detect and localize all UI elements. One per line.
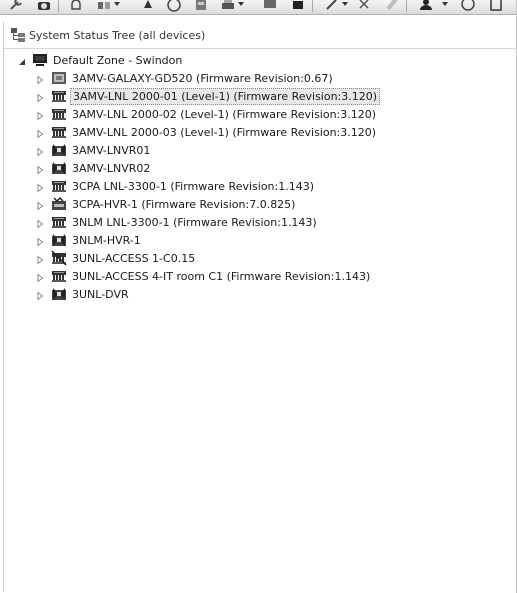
badge-icon[interactable]: [166, 0, 182, 12]
access-controller-icon: [51, 106, 67, 122]
tree-node[interactable]: 3AMV-LNVR02: [34, 160, 504, 177]
user-icon[interactable]: [418, 0, 434, 12]
expand-arrow-icon[interactable]: [37, 290, 44, 301]
tree-node[interactable]: 3AMV-GALAXY-GD520 (Firmware Revision:0.6…: [34, 70, 504, 87]
tree-node[interactable]: 3CPA-HVR-1 (Firmware Revision:7.0.825): [34, 196, 504, 213]
tree-node-label: 3UNL-DVR: [72, 288, 129, 301]
tree-node[interactable]: 3UNL-ACCESS 4-IT room C1 (Firmware Revis…: [34, 268, 504, 285]
access-controller-icon: [51, 124, 67, 140]
clock-icon[interactable]: [460, 0, 476, 12]
tree-node[interactable]: 3AMV-LNL 2000-03 (Level-1) (Firmware Rev…: [34, 124, 504, 141]
expand-arrow-icon[interactable]: [37, 146, 44, 157]
expand-arrow-icon[interactable]: [37, 92, 44, 103]
tree-node-label: 3AMV-LNVR02: [72, 162, 151, 175]
expand-arrow-icon[interactable]: [37, 218, 44, 229]
marker-icon[interactable]: [384, 0, 400, 12]
system-status-tree-panel: System Status Tree (all devices) Default…: [3, 22, 517, 592]
expand-arrow-icon[interactable]: [37, 74, 44, 85]
wrench-icon[interactable]: [8, 0, 24, 12]
tree-node-label: 3AMV-GALAXY-GD520 (Firmware Revision:0.6…: [72, 72, 333, 85]
toolbar-separator: [312, 0, 313, 12]
collapse-arrow-icon[interactable]: [19, 56, 26, 65]
window-icon[interactable]: [290, 0, 306, 12]
dropdown-arrow-icon[interactable]: [238, 2, 244, 6]
expand-arrow-icon[interactable]: [37, 200, 44, 211]
access-controller-icon: [51, 178, 67, 194]
tree-root-label: Default Zone - Swindon: [53, 54, 183, 67]
printer-icon[interactable]: [220, 0, 236, 12]
dropdown-arrow-icon[interactable]: [114, 2, 120, 6]
tree-node[interactable]: 3NLM-HVR-1: [34, 232, 504, 249]
expand-arrow-icon[interactable]: [37, 236, 44, 247]
monitor-icon[interactable]: [262, 0, 278, 12]
panel-device-icon: [51, 70, 67, 86]
tree-node[interactable]: 3AMV-LNVR01: [34, 142, 504, 159]
header-divider: [4, 48, 517, 49]
toolbar-separator: [406, 0, 407, 12]
alarm-bell-icon[interactable]: [68, 0, 84, 12]
expand-arrow-icon[interactable]: [37, 128, 44, 139]
video-recorder-icon: [51, 160, 67, 176]
tree-node-label: 3CPA LNL-3300-1 (Firmware Revision:1.143…: [72, 180, 315, 193]
tree-node-label: 3AMV-LNL 2000-01 (Level-1) (Firmware Rev…: [70, 88, 381, 105]
report-icon[interactable]: [488, 0, 504, 12]
camera-icon[interactable]: [36, 0, 52, 12]
bell-icon[interactable]: [140, 0, 156, 12]
dropdown-arrow-icon[interactable]: [342, 2, 348, 6]
expand-arrow-icon[interactable]: [37, 254, 44, 265]
video-recorder-icon: [51, 286, 67, 302]
tools-icon[interactable]: [356, 0, 372, 12]
device-tree-icon[interactable]: [96, 0, 112, 12]
tree-root-node[interactable]: Default Zone - Swindon: [17, 52, 497, 69]
pen-icon[interactable]: [324, 0, 340, 12]
tree-view-icon: [10, 27, 26, 43]
tree-node[interactable]: 3CPA LNL-3300-1 (Firmware Revision:1.143…: [34, 178, 504, 195]
tree-node-label: 3AMV-LNL 2000-03 (Level-1) (Firmware Rev…: [72, 126, 377, 139]
panel-title: System Status Tree (all devices): [29, 29, 206, 42]
expand-arrow-icon[interactable]: [37, 164, 44, 175]
tree-node-label: 3AMV-LNL 2000-02 (Level-1) (Firmware Rev…: [72, 108, 377, 121]
expand-arrow-icon[interactable]: [37, 272, 44, 283]
tree-node[interactable]: 3UNL-DVR: [34, 286, 504, 303]
access-controller-icon: [51, 268, 67, 284]
tree-node[interactable]: 3AMV-LNL 2000-02 (Level-1) (Firmware Rev…: [34, 106, 504, 123]
toolbar-separator: [58, 0, 59, 12]
access-controller-icon: [51, 214, 67, 230]
workstation-icon: [32, 52, 48, 68]
hvr-icon: [51, 196, 67, 212]
dropdown-arrow-icon[interactable]: [442, 2, 448, 6]
expand-arrow-icon[interactable]: [37, 182, 44, 193]
tree-node-label: 3AMV-LNVR01: [72, 144, 151, 157]
tree-node-label: 3NLM LNL-3300-1 (Firmware Revision:1.143…: [72, 216, 317, 229]
tree-node-label: 3NLM-HVR-1: [72, 234, 141, 247]
tree-node[interactable]: 3UNL-ACCESS 1-C0.15: [34, 250, 504, 267]
toolbar: [0, 0, 517, 15]
tree-node-label: 3UNL-ACCESS 1-C0.15: [72, 252, 196, 265]
panel-header: System Status Tree (all devices): [4, 27, 514, 45]
access-controller-icon: [51, 88, 67, 104]
tree-node[interactable]: 3NLM LNL-3300-1 (Firmware Revision:1.143…: [34, 214, 504, 231]
tree-node[interactable]: 3AMV-LNL 2000-01 (Level-1) (Firmware Rev…: [34, 88, 504, 105]
card-reader-icon[interactable]: [193, 0, 209, 12]
access-controller-offline-icon: [51, 250, 67, 266]
tree-node-label: 3UNL-ACCESS 4-IT room C1 (Firmware Revis…: [72, 270, 371, 283]
expand-arrow-icon[interactable]: [37, 110, 44, 121]
video-recorder-icon: [51, 232, 67, 248]
video-recorder-icon: [51, 142, 67, 158]
tree-node-label: 3CPA-HVR-1 (Firmware Revision:7.0.825): [72, 198, 296, 211]
